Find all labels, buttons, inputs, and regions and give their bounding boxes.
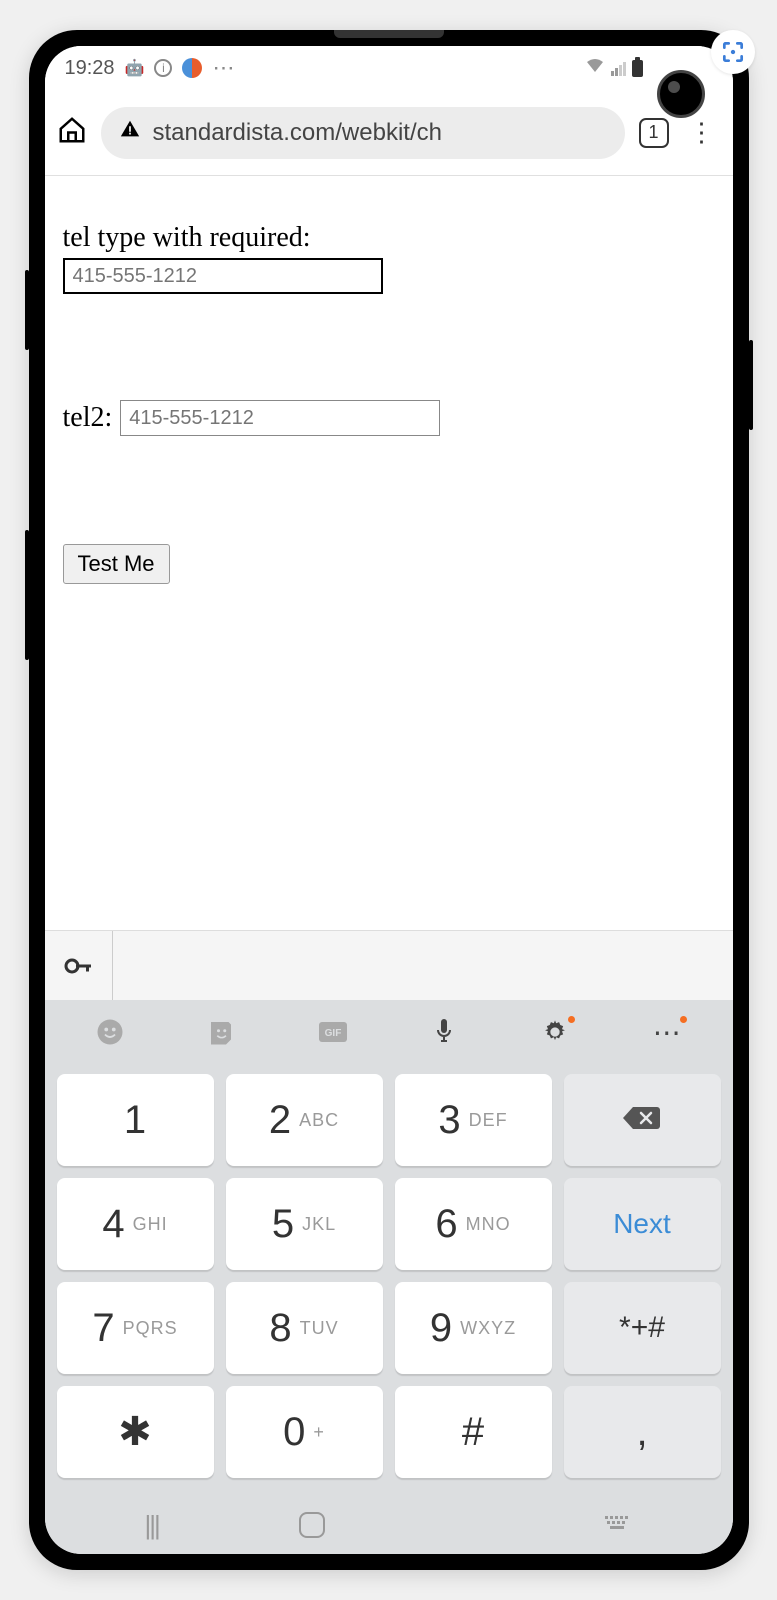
signal-icon bbox=[611, 60, 626, 76]
more-notifications-icon: ⋯ bbox=[212, 55, 236, 81]
home-icon[interactable] bbox=[57, 115, 87, 150]
key-8[interactable]: 8TUV bbox=[226, 1282, 383, 1374]
battery-icon bbox=[632, 60, 643, 77]
sticker-icon[interactable] bbox=[201, 1012, 241, 1052]
tel1-input[interactable] bbox=[63, 258, 383, 294]
more-icon[interactable]: ⋯ bbox=[647, 1012, 687, 1052]
key-2[interactable]: 2ABC bbox=[226, 1074, 383, 1166]
key-✱[interactable]: ✱ bbox=[57, 1386, 214, 1478]
home-button[interactable] bbox=[299, 1512, 325, 1538]
info-icon: i bbox=[154, 59, 172, 77]
keyboard-switch-icon[interactable] bbox=[604, 1515, 632, 1535]
tel1-label: tel type with required: bbox=[63, 222, 715, 254]
camera-punch-hole bbox=[657, 70, 705, 118]
svg-text:GIF: GIF bbox=[324, 1028, 341, 1039]
gif-icon[interactable]: GIF bbox=[313, 1012, 353, 1052]
browser-toolbar: standardista.com/webkit/ch 1 ⋮ bbox=[45, 90, 733, 176]
tel2-label: tel2: bbox=[63, 402, 113, 434]
menu-icon[interactable]: ⋮ bbox=[683, 126, 721, 139]
android-icon: 🤖 bbox=[125, 58, 145, 78]
status-bar: 19:28 🤖 i ⋯ bbox=[45, 46, 733, 90]
key-1[interactable]: 1 bbox=[57, 1074, 214, 1166]
key-next[interactable]: Next bbox=[564, 1178, 721, 1270]
key-3[interactable]: 3DEF bbox=[395, 1074, 552, 1166]
status-time: 19:28 bbox=[65, 57, 115, 80]
tabs-button[interactable]: 1 bbox=[639, 118, 669, 148]
key-backspace[interactable] bbox=[564, 1074, 721, 1166]
wifi-icon bbox=[585, 58, 605, 79]
key-5[interactable]: 5JKL bbox=[226, 1178, 383, 1270]
key-6[interactable]: 6MNO bbox=[395, 1178, 552, 1270]
key-,[interactable]: , bbox=[564, 1386, 721, 1478]
key-9[interactable]: 9WXYZ bbox=[395, 1282, 552, 1374]
autofill-bar bbox=[45, 930, 733, 1000]
url-text: standardista.com/webkit/ch bbox=[153, 119, 442, 147]
password-key-icon[interactable] bbox=[45, 931, 113, 1000]
key-7[interactable]: 7PQRS bbox=[57, 1282, 214, 1374]
recent-apps-button[interactable]: ||| bbox=[144, 1510, 158, 1541]
tel2-input[interactable] bbox=[120, 400, 440, 436]
phone-frame: 19:28 🤖 i ⋯ sta bbox=[29, 30, 749, 1570]
settings-icon[interactable] bbox=[535, 1012, 575, 1052]
navigation-bar: ||| bbox=[45, 1496, 733, 1554]
test-button[interactable]: Test Me bbox=[63, 544, 170, 584]
key-4[interactable]: 4GHI bbox=[57, 1178, 214, 1270]
keyboard: GIF ⋯ 12ABC3DEF 4GHI5JKL6MNONext 7PQRS8TUV… bbox=[45, 1000, 733, 1496]
warning-icon bbox=[119, 118, 141, 147]
screen-capture-icon bbox=[711, 30, 755, 74]
emoji-icon[interactable] bbox=[90, 1012, 130, 1052]
app-icon bbox=[182, 58, 202, 78]
key-#[interactable]: # bbox=[395, 1386, 552, 1478]
page-content: tel type with required: tel2: Test Me bbox=[45, 176, 733, 930]
mic-icon[interactable] bbox=[424, 1012, 464, 1052]
key-*+#[interactable]: *+# bbox=[564, 1282, 721, 1374]
keyboard-toolbar: GIF ⋯ bbox=[45, 1000, 733, 1064]
url-bar[interactable]: standardista.com/webkit/ch bbox=[101, 107, 625, 159]
key-0[interactable]: 0+ bbox=[226, 1386, 383, 1478]
